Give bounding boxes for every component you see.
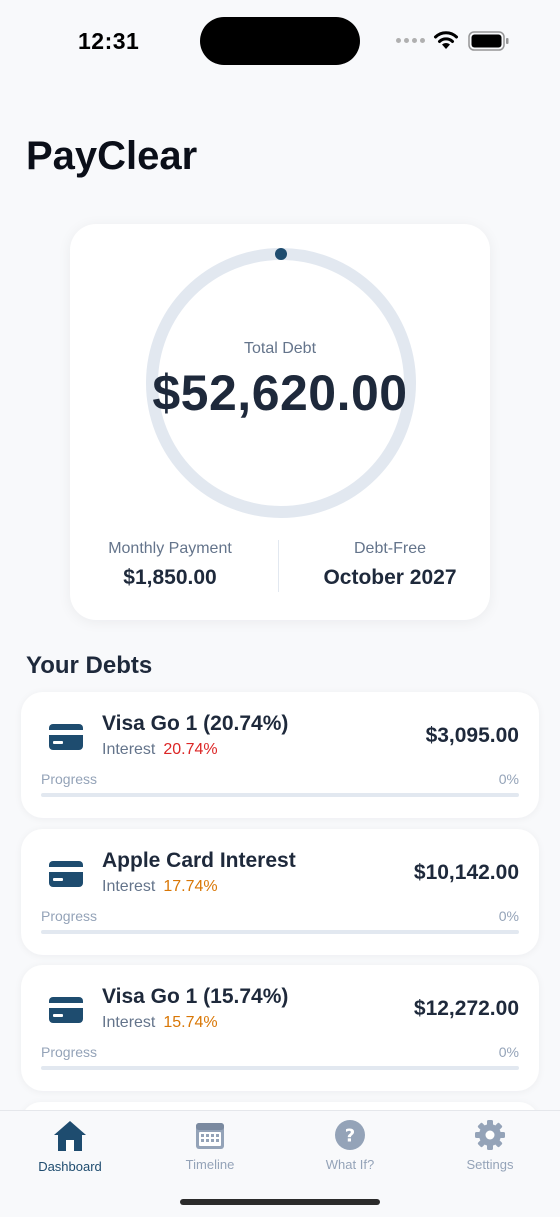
monthly-payment-label: Monthly Payment (108, 540, 232, 557)
gear-icon (475, 1120, 505, 1150)
progress-label: Progress (41, 908, 98, 924)
progress-percent: 0% (498, 1044, 519, 1060)
total-debt-value: $52,620.00 (152, 365, 408, 421)
monthly-payment-value: $1,850.00 (123, 566, 217, 589)
interest-rate: 15.74% (163, 1014, 218, 1031)
page-title: PayClear (26, 134, 198, 178)
question-circle-icon: ? (335, 1120, 365, 1150)
tab-label: Timeline (185, 1157, 235, 1172)
debt-name: Visa Go 1 (20.74%) (102, 712, 289, 735)
status-time: 12:31 (78, 28, 140, 54)
home-indicator[interactable] (180, 1199, 380, 1205)
total-debt-label: Total Debt (243, 340, 317, 357)
calendar-icon (196, 1123, 224, 1149)
debt-name: Apple Card Interest (102, 849, 296, 872)
debt-balance: $10,142.00 (413, 861, 519, 884)
credit-card-icon (49, 861, 83, 887)
progress-label: Progress (41, 1044, 98, 1060)
debt-card[interactable]: Apple Card Interest Interest 17.74% $10,1… (21, 829, 539, 955)
debt-summary-card: Total Debt $52,620.00 Monthly Payment $1… (70, 224, 490, 620)
tab-label: What If? (325, 1157, 375, 1172)
tab-what-if[interactable]: ? What If? (280, 1119, 420, 1172)
progress-percent: 0% (498, 908, 519, 924)
interest-rate: 17.74% (163, 878, 218, 895)
progress-label: Progress (41, 771, 98, 787)
interest-label: Interest (102, 878, 156, 895)
house-icon (54, 1121, 86, 1151)
debt-free-value: October 2027 (323, 566, 457, 589)
credit-card-icon (49, 997, 83, 1023)
progress-bar (41, 1066, 519, 1070)
monthly-payment-stat: Monthly Payment $1,850.00 (70, 540, 270, 590)
debt-card[interactable]: Visa Go 1 (20.74%) Interest 20.74% $3,095… (21, 692, 539, 818)
battery-icon (468, 31, 509, 51)
interest-label: Interest (102, 741, 156, 758)
tab-label: Settings (466, 1157, 514, 1172)
dynamic-island (200, 17, 360, 65)
debt-name: Visa Go 1 (15.74%) (102, 985, 289, 1008)
stat-divider (278, 540, 279, 592)
progress-percent: 0% (498, 771, 519, 787)
tab-settings[interactable]: Settings (420, 1119, 560, 1172)
svg-text:?: ? (345, 1126, 355, 1147)
progress-bar (41, 793, 519, 797)
credit-card-icon (49, 724, 83, 750)
debt-interest: Interest 15.74% (102, 1014, 218, 1032)
interest-rate: 20.74% (163, 741, 218, 758)
tab-timeline[interactable]: Timeline (140, 1119, 280, 1172)
interest-label: Interest (102, 1014, 156, 1031)
section-title-your-debts: Your Debts (26, 652, 153, 679)
tab-dashboard[interactable]: Dashboard (0, 1119, 140, 1174)
debt-free-stat: Debt-Free October 2027 (290, 540, 490, 590)
debt-balance: $12,272.00 (413, 997, 519, 1020)
debt-interest: Interest 20.74% (102, 741, 218, 759)
debt-interest: Interest 17.74% (102, 878, 218, 896)
debt-free-label: Debt-Free (353, 540, 427, 557)
debt-balance: $3,095.00 (425, 724, 519, 747)
progress-bar (41, 930, 519, 934)
debt-card[interactable]: Visa Go 1 (15.74%) Interest 15.74% $12,27… (21, 965, 539, 1091)
wifi-icon (434, 31, 458, 49)
tab-label: Dashboard (38, 1159, 102, 1174)
signal-icon (396, 38, 425, 43)
status-bar: 12:31 (0, 0, 560, 80)
